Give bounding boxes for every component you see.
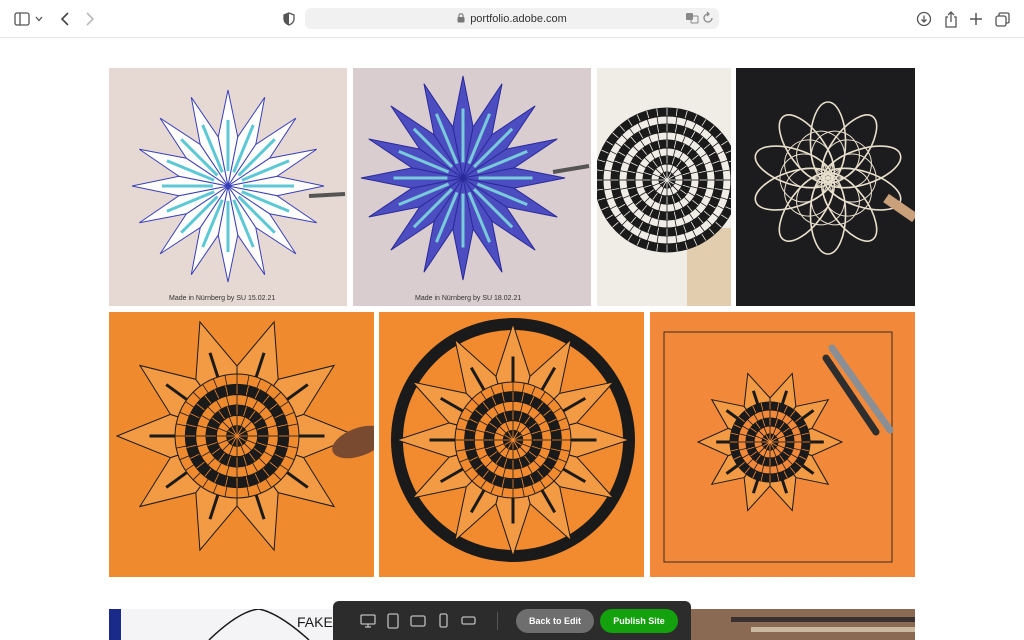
download-icon[interactable] bbox=[914, 9, 934, 29]
url-text: portfolio.adobe.com bbox=[470, 12, 567, 25]
artwork-caption: Made in Nürnberg by SU 18.02.21 bbox=[415, 295, 521, 302]
address-bar[interactable]: portfolio.adobe.com bbox=[305, 8, 719, 29]
tablet-landscape-icon[interactable] bbox=[407, 610, 429, 632]
sidebar-icon[interactable] bbox=[12, 9, 32, 29]
new-tab-icon[interactable] bbox=[966, 9, 986, 29]
browser-toolbar: portfolio.adobe.com bbox=[0, 0, 1024, 38]
desktop-icon[interactable] bbox=[357, 610, 379, 632]
publish-site-button[interactable]: Publish Site bbox=[600, 608, 678, 633]
forward-icon[interactable] bbox=[80, 9, 100, 29]
publish-toolbar: Back to Edit Publish Site bbox=[333, 601, 691, 640]
artwork-image[interactable] bbox=[379, 312, 644, 577]
chevron-down-icon[interactable] bbox=[32, 9, 46, 29]
tabs-overview-icon[interactable] bbox=[992, 9, 1012, 29]
artwork-image[interactable] bbox=[691, 609, 915, 640]
tablet-icon[interactable] bbox=[382, 610, 404, 632]
portfolio-gallery: Made in Nürnberg by SU 15.02.21 Made in … bbox=[0, 38, 1024, 640]
back-to-edit-button[interactable]: Back to Edit bbox=[516, 608, 594, 633]
artwork-image[interactable]: Made in Nürnberg by SU 15.02.21 bbox=[109, 68, 347, 306]
artwork-caption: Made in Nürnberg by SU 15.02.21 bbox=[169, 295, 275, 302]
artwork-image[interactable] bbox=[597, 68, 731, 306]
translate-icon[interactable] bbox=[685, 11, 699, 30]
shield-icon[interactable] bbox=[279, 9, 299, 29]
artwork-image[interactable]: Made in Nürnberg by SU 18.02.21 bbox=[353, 68, 591, 306]
artwork-image[interactable] bbox=[736, 68, 915, 306]
phone-landscape-icon[interactable] bbox=[457, 610, 479, 632]
back-icon[interactable] bbox=[55, 9, 75, 29]
artwork-image[interactable] bbox=[109, 312, 374, 577]
toolbar-divider bbox=[497, 611, 498, 630]
lock-icon bbox=[457, 10, 465, 28]
share-icon[interactable] bbox=[941, 9, 961, 29]
reload-icon[interactable] bbox=[702, 11, 714, 30]
artwork-image[interactable] bbox=[650, 312, 915, 577]
phone-icon[interactable] bbox=[432, 610, 454, 632]
